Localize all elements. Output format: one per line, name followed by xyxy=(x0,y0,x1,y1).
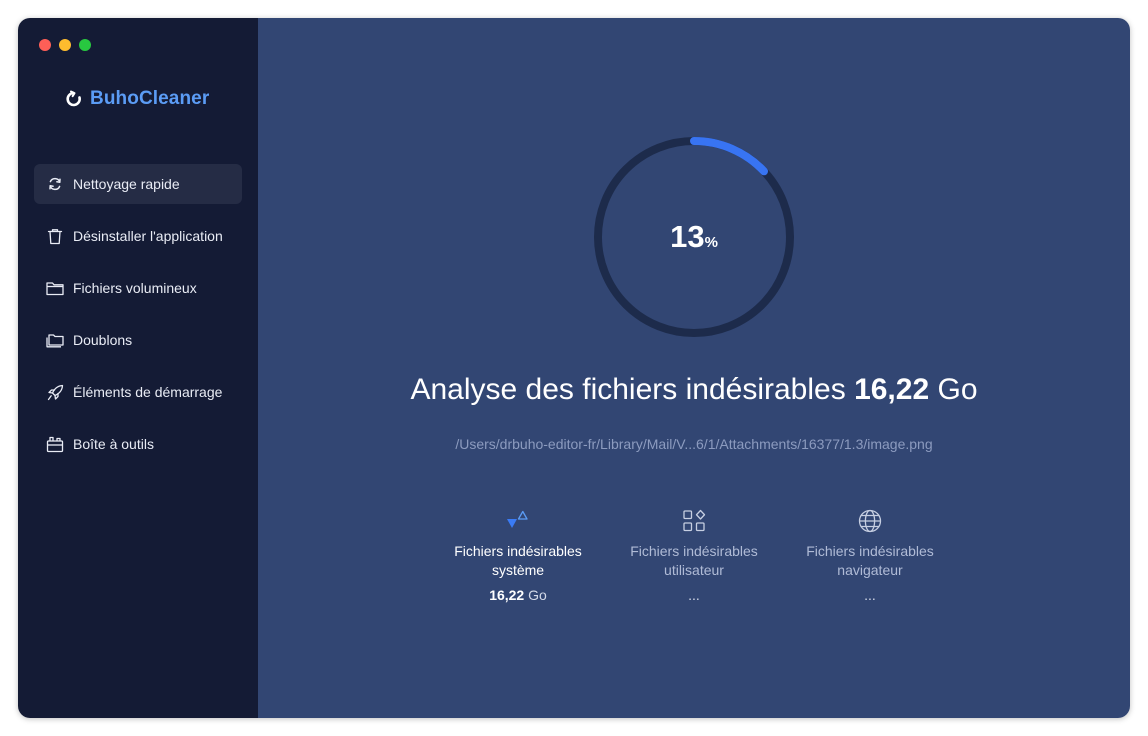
sidebar-item-nettoyage-rapide[interactable]: Nettoyage rapide xyxy=(34,164,242,204)
sidebar-nav: Nettoyage rapide Désinstaller l'applicat… xyxy=(34,164,242,476)
current-scan-path: /Users/drbuho-editor-fr/Library/Mail/V..… xyxy=(455,436,933,452)
progress-value: 13 xyxy=(670,219,705,254)
category-value: 16,22 Go xyxy=(489,587,547,603)
category-value: ... xyxy=(688,587,700,603)
sidebar-item-label: Boîte à outils xyxy=(73,436,154,452)
sidebar-item-doublons[interactable]: Doublons xyxy=(34,320,242,360)
system-junk-icon xyxy=(430,504,606,538)
buho-logo-icon xyxy=(64,89,84,109)
app-logo: BuhoCleaner xyxy=(64,88,209,110)
sidebar-item-desinstaller[interactable]: Désinstaller l'application xyxy=(34,216,242,256)
sidebar-item-label: Désinstaller l'application xyxy=(73,228,223,244)
sidebar-item-boite-outils[interactable]: Boîte à outils xyxy=(34,424,242,464)
apps-grid-icon xyxy=(606,504,782,538)
category-browser: Fichiers indésirables navigateur ... xyxy=(782,504,958,603)
rocket-icon xyxy=(46,383,64,401)
sidebar-item-label: Éléments de démarrage xyxy=(73,384,223,400)
close-window-button[interactable] xyxy=(39,39,51,51)
globe-icon xyxy=(782,504,958,538)
sidebar-item-label: Fichiers volumineux xyxy=(73,280,197,296)
category-system: Fichiers indésirables système 16,22 Go xyxy=(430,504,606,603)
trash-icon xyxy=(46,227,64,245)
refresh-icon xyxy=(46,175,64,193)
category-user: Fichiers indésirables utilisateur ... xyxy=(606,504,782,603)
toolbox-icon xyxy=(46,435,64,453)
category-label: Fichiers indésirables navigateur xyxy=(806,543,934,578)
scan-headline: Analyse des fichiers indésirables 16,22 … xyxy=(258,373,1130,407)
headline-unit: Go xyxy=(937,373,978,406)
headline-size: 16,22 xyxy=(854,373,930,406)
category-label: Fichiers indésirables système xyxy=(454,543,582,578)
category-label: Fichiers indésirables utilisateur xyxy=(630,543,758,578)
main-panel: 13% Analyse des fichiers indésirables 16… xyxy=(258,18,1130,718)
zoom-window-button[interactable] xyxy=(79,39,91,51)
app-window: BuhoCleaner Nettoyage rapide Désinstalle… xyxy=(18,18,1130,718)
app-name: BuhoCleaner xyxy=(90,88,210,109)
sidebar-item-fichiers-volumineux[interactable]: Fichiers volumineux xyxy=(34,268,242,308)
sidebar-item-label: Doublons xyxy=(73,332,133,348)
folder-icon xyxy=(46,279,64,297)
sidebar: BuhoCleaner Nettoyage rapide Désinstalle… xyxy=(18,18,258,718)
category-value: ... xyxy=(864,587,876,603)
headline-text: Analyse des fichiers indésirables xyxy=(410,373,846,406)
progress-readout: 13% xyxy=(592,135,796,339)
progress-ring: 13% xyxy=(592,135,796,339)
sidebar-item-elements-demarrage[interactable]: Éléments de démarrage xyxy=(34,372,242,412)
duplicate-folder-icon xyxy=(46,331,64,349)
minimize-window-button[interactable] xyxy=(59,39,71,51)
sidebar-item-label: Nettoyage rapide xyxy=(73,176,180,192)
category-summary: Fichiers indésirables système 16,22 Go F… xyxy=(430,504,958,603)
progress-unit: % xyxy=(704,233,718,251)
window-controls xyxy=(39,39,91,51)
